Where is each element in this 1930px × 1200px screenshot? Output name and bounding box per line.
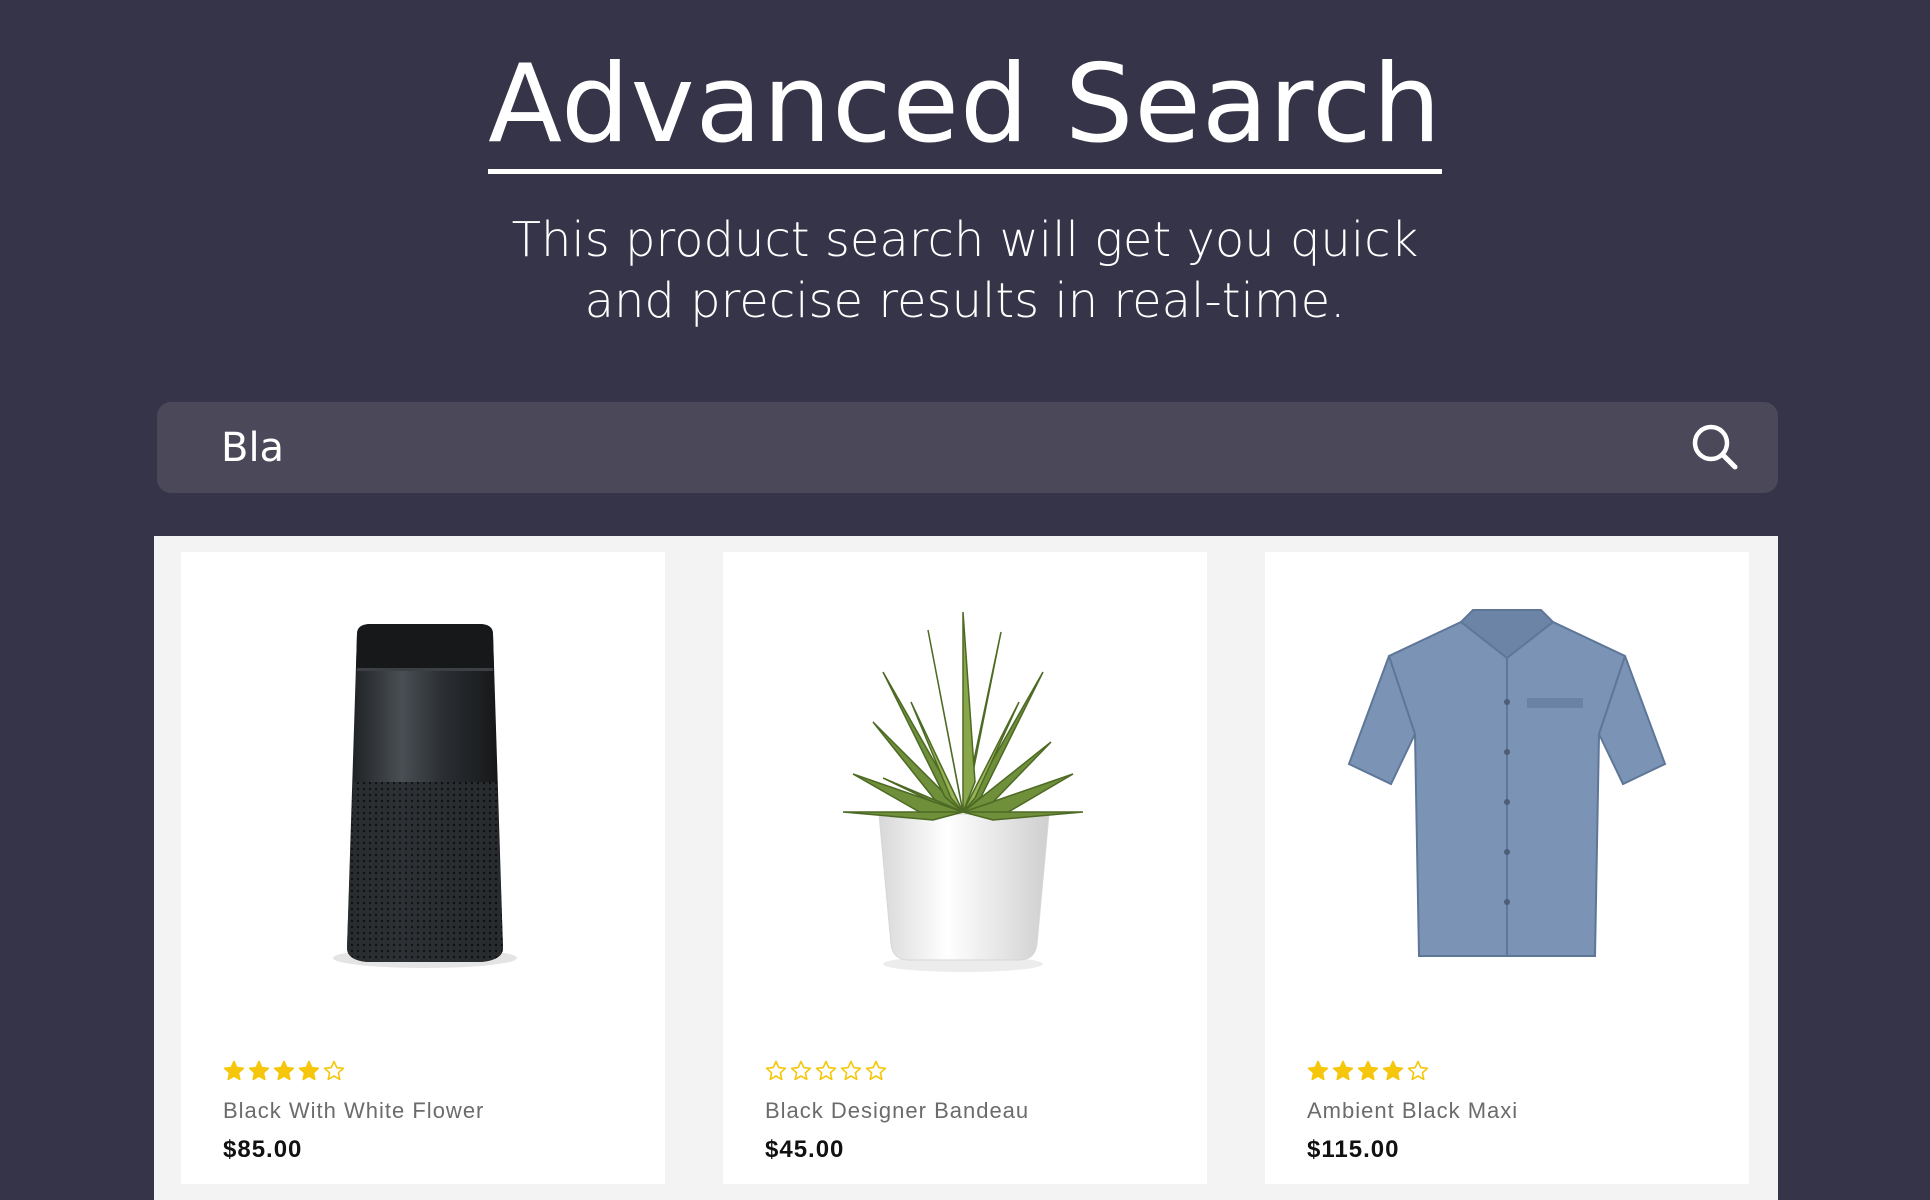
speaker-image bbox=[333, 624, 517, 968]
product-card[interactable]: Black With White Flower $85.00 bbox=[181, 552, 665, 1184]
star-empty-icon bbox=[840, 1060, 862, 1081]
page-title-text: Advanced Search bbox=[488, 45, 1442, 174]
subtitle-line-1: This product search will get you quick bbox=[511, 212, 1419, 268]
star-empty-icon bbox=[765, 1060, 787, 1081]
star-filled-icon bbox=[1307, 1060, 1329, 1081]
rating-stars bbox=[1307, 1060, 1429, 1084]
shirt-image bbox=[1347, 609, 1667, 957]
product-name[interactable]: Black Designer Bandeau bbox=[765, 1098, 1029, 1124]
star-filled-icon bbox=[248, 1060, 270, 1081]
search-results: Black With White Flower $85.00 Black Des… bbox=[154, 536, 1778, 1200]
rating-stars bbox=[223, 1060, 345, 1084]
potted-plant-image bbox=[842, 611, 1084, 972]
search-input[interactable] bbox=[157, 402, 1657, 493]
star-filled-icon bbox=[273, 1060, 295, 1081]
rating-stars bbox=[765, 1060, 887, 1084]
star-filled-icon bbox=[1332, 1060, 1354, 1081]
product-card[interactable]: Ambient Black Maxi $115.00 bbox=[1265, 552, 1749, 1184]
star-empty-icon bbox=[865, 1060, 887, 1081]
search-icon[interactable] bbox=[1690, 422, 1740, 472]
subtitle-line-2: and precise results in real-time. bbox=[584, 273, 1346, 329]
product-price: $115.00 bbox=[1307, 1136, 1400, 1163]
star-filled-icon bbox=[298, 1060, 320, 1081]
product-price: $85.00 bbox=[223, 1136, 303, 1163]
star-empty-icon bbox=[790, 1060, 812, 1081]
product-card[interactable]: Black Designer Bandeau $45.00 bbox=[723, 552, 1207, 1184]
star-empty-icon bbox=[323, 1060, 345, 1081]
star-filled-icon bbox=[1382, 1060, 1404, 1081]
page-subtitle: This product search will get you quick a… bbox=[0, 210, 1930, 332]
product-price: $45.00 bbox=[765, 1136, 845, 1163]
star-empty-icon bbox=[815, 1060, 837, 1081]
product-name[interactable]: Ambient Black Maxi bbox=[1307, 1098, 1518, 1124]
star-filled-icon bbox=[1357, 1060, 1379, 1081]
star-empty-icon bbox=[1407, 1060, 1429, 1081]
search-bar bbox=[157, 402, 1778, 493]
product-name[interactable]: Black With White Flower bbox=[223, 1098, 484, 1124]
star-filled-icon bbox=[223, 1060, 245, 1081]
page-title: Advanced Search bbox=[0, 40, 1930, 174]
